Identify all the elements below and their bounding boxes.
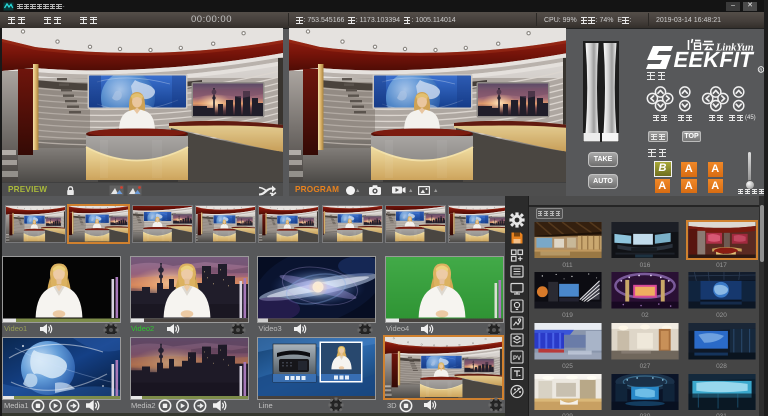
svg-text:PV: PV <box>513 356 521 362</box>
svg-text:R: R <box>759 68 762 73</box>
svg-text:EEKFIT: EEKFIT <box>673 47 754 72</box>
